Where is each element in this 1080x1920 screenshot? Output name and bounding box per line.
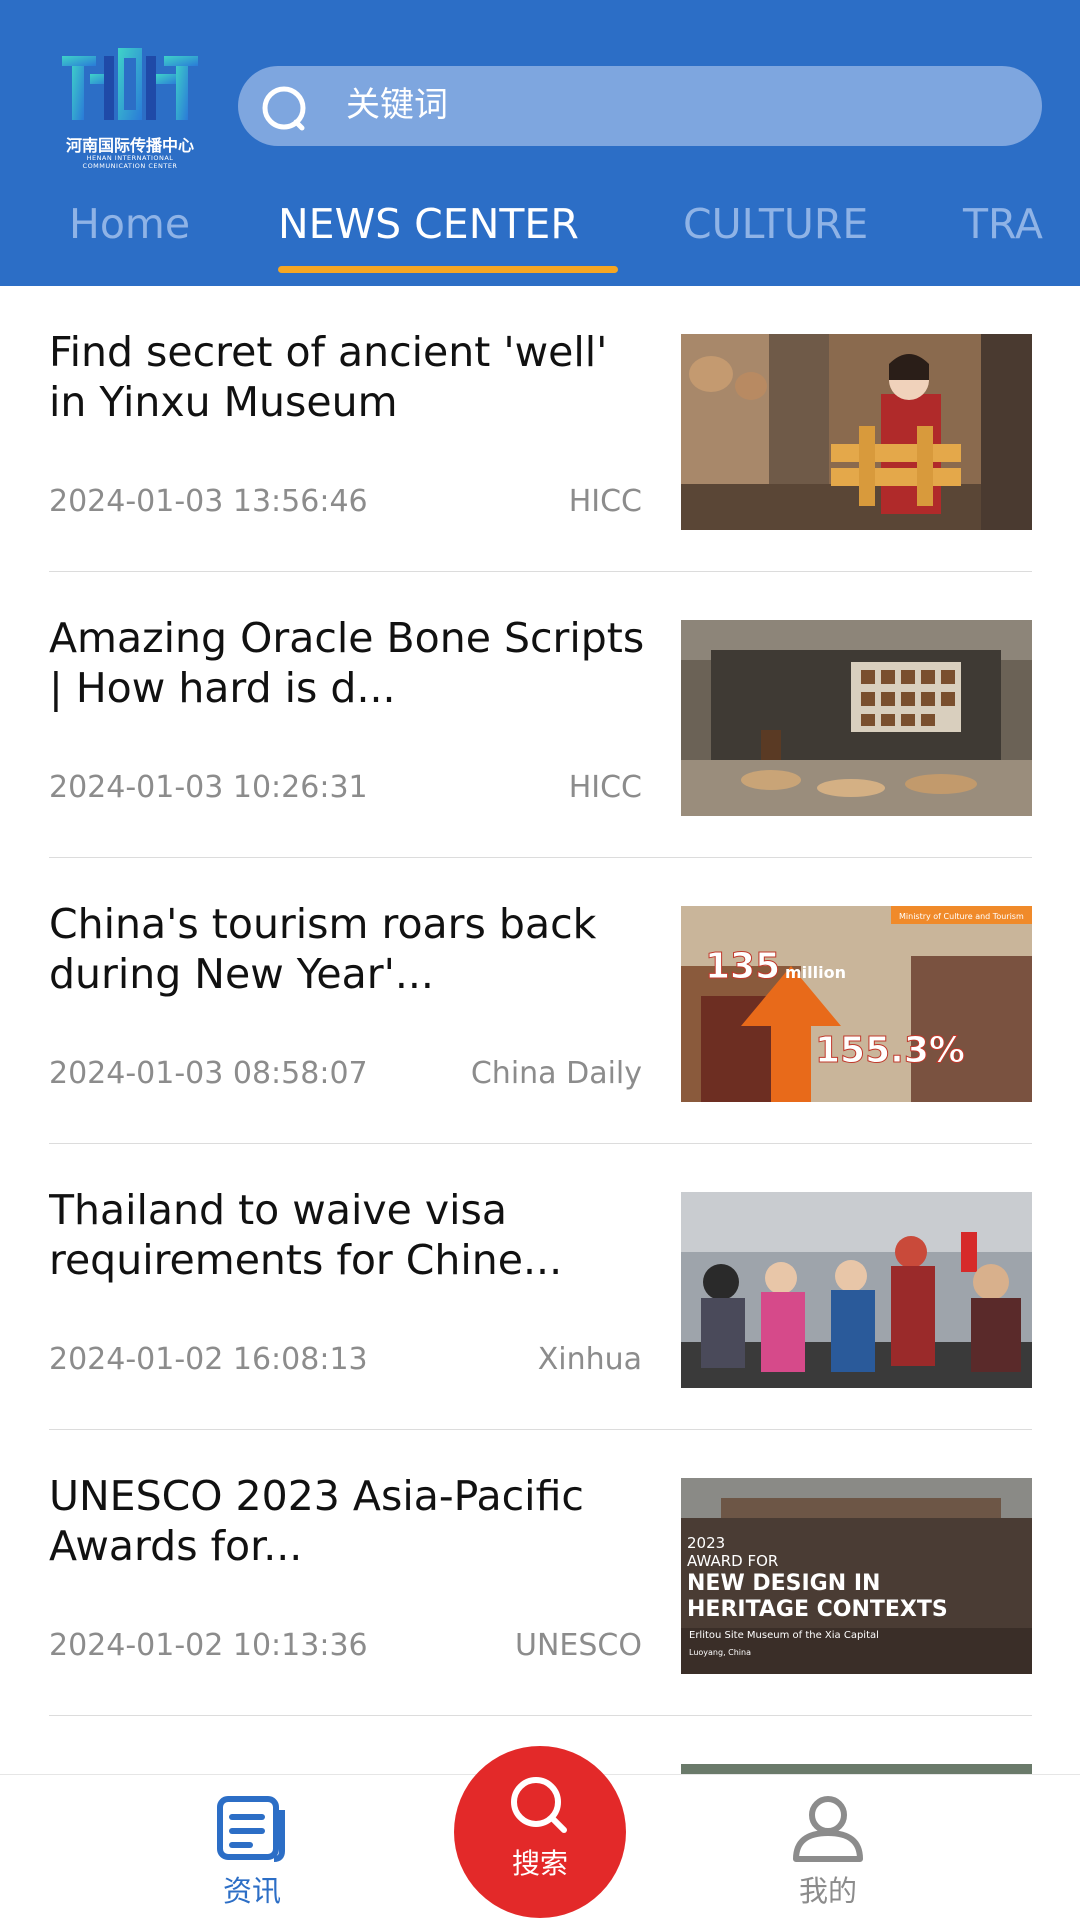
visitor-unit-text: million	[785, 963, 846, 982]
news-source: HICC	[568, 484, 642, 519]
news-title: Find secret of ancient 'well' in Yinxu M…	[49, 328, 608, 426]
news-timestamp: 2024-01-03 08:58:07	[49, 1056, 368, 1091]
news-title: UNESCO 2023 Asia-Pacific Awards for...	[49, 1472, 584, 1570]
award-line2-text: HERITAGE CONTEXTS	[687, 1597, 948, 1622]
news-thumbnail[interactable]: Ministry of Culture and Tourism 135 mill…	[681, 906, 1032, 1102]
news-source: HICC	[568, 770, 642, 805]
growth-percent-text: 155.3%	[815, 1030, 965, 1071]
airport-welcome-image	[681, 1192, 1032, 1388]
news-timestamp: 2024-01-03 10:26:31	[49, 770, 368, 805]
news-timestamp: 2024-01-03 13:56:46	[49, 484, 368, 519]
news-item[interactable]: Find secret of ancient 'well' in Yinxu M…	[0, 286, 1080, 572]
news-thumbnail[interactable]	[681, 1192, 1032, 1388]
search-button-label: 搜索	[511, 1847, 568, 1880]
search-input[interactable]: 关键词	[238, 66, 1042, 146]
tab-culture[interactable]: CULTURE	[683, 196, 868, 252]
search-button[interactable]: 搜索	[454, 1746, 626, 1918]
search-icon	[262, 86, 306, 131]
news-source: China Daily	[470, 1056, 642, 1091]
news-title: Amazing Oracle Bone Scripts | How hard i…	[49, 614, 645, 712]
news-item[interactable]: UNESCO 2023 Asia-Pacific Awards for... 2…	[0, 1430, 1080, 1716]
tab-news-center[interactable]: NEWS CENTER	[278, 196, 579, 252]
search-icon	[511, 1777, 567, 1833]
logo-mark-icon	[62, 48, 198, 120]
award-museum-text: Erlitou Site Museum of the Xia Capital	[689, 1630, 879, 1641]
news-item[interactable]: Amazing Oracle Bone Scripts | How hard i…	[0, 572, 1080, 858]
hicc-logo[interactable]: 河南国际传播中心 HENAN INTERNATIONAL COMMUNICATI…	[52, 44, 208, 170]
award-for-text: AWARD FOR	[687, 1552, 778, 1570]
news-item[interactable]: Thailand to waive visa requirements for …	[0, 1144, 1080, 1430]
user-icon	[793, 1796, 863, 1862]
news-timestamp: 2024-01-02 16:08:13	[49, 1342, 368, 1377]
news-list: Find secret of ancient 'well' in Yinxu M…	[0, 286, 1080, 1774]
logo-chinese-name: 河南国际传播中心	[65, 136, 194, 155]
news-item[interactable]: China's tourism roars back during New Ye…	[0, 858, 1080, 1144]
logo-english-line2: COMMUNICATION CENTER	[82, 162, 178, 170]
oracle-bone-exhibit-image	[681, 620, 1032, 816]
news-timestamp: 2024-01-02 10:13:36	[49, 1628, 368, 1663]
tab-travel[interactable]: TRA	[963, 196, 1043, 252]
nav-news-label: 资讯	[222, 1874, 281, 1908]
news-source: UNESCO	[515, 1628, 642, 1663]
search-placeholder: 关键词	[346, 85, 448, 125]
ministry-text: Ministry of Culture and Tourism	[899, 912, 1024, 921]
nav-item-news[interactable]: 资讯	[182, 1793, 322, 1913]
news-thumbnail[interactable]	[681, 620, 1032, 816]
award-year-text: 2023	[687, 1534, 725, 1552]
museum-well-image	[681, 334, 1032, 530]
news-title: China's tourism roars back during New Ye…	[49, 900, 597, 998]
logo-english-line1: HENAN INTERNATIONAL	[86, 154, 174, 162]
category-tabs: Home NEWS CENTER CULTURE TRA	[0, 196, 1080, 286]
app-screen: 河南国际传播中心 HENAN INTERNATIONAL COMMUNICATI…	[0, 0, 1080, 1920]
tourism-infographic-image: Ministry of Culture and Tourism 135 mill…	[681, 906, 1032, 1102]
news-thumbnail[interactable]	[681, 1764, 1032, 1774]
visitor-count-text: 135	[705, 946, 780, 987]
award-line1-text: NEW DESIGN IN	[687, 1571, 880, 1596]
tab-home[interactable]: Home	[69, 196, 190, 252]
active-tab-indicator	[278, 266, 618, 273]
nav-mine-label: 我的	[798, 1874, 857, 1908]
news-icon	[217, 1796, 285, 1862]
news-title: Thailand to waive visa requirements for …	[49, 1186, 563, 1284]
nav-item-mine[interactable]: 我的	[758, 1793, 898, 1913]
award-location-text: Luoyang, China	[689, 1648, 751, 1657]
news-thumbnail[interactable]	[681, 334, 1032, 530]
news-source: Xinhua	[537, 1342, 642, 1377]
top-header: 河南国际传播中心 HENAN INTERNATIONAL COMMUNICATI…	[0, 0, 1080, 286]
heritage-award-image: 2023 AWARD FOR NEW DESIGN IN HERITAGE CO…	[681, 1478, 1032, 1674]
news-thumbnail[interactable]: 2023 AWARD FOR NEW DESIGN IN HERITAGE CO…	[681, 1478, 1032, 1674]
